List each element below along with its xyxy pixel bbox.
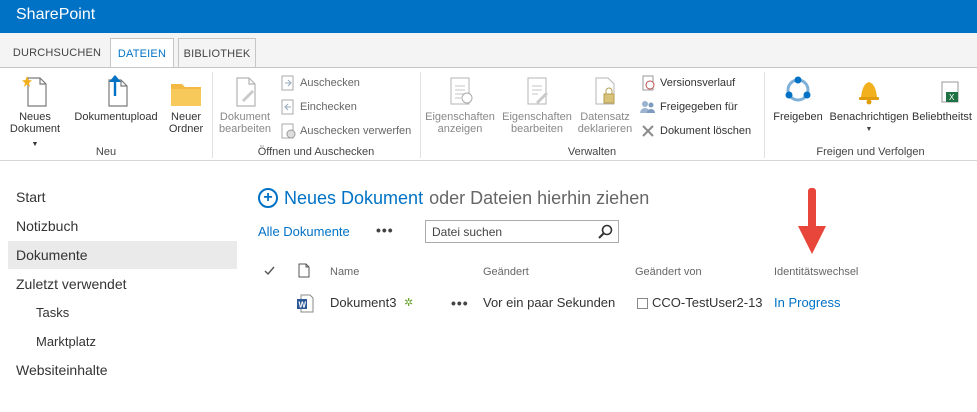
group-label-verwalten: Verwalten — [567, 146, 617, 158]
nav-item-tasks[interactable]: Tasks — [28, 298, 237, 326]
new-folder-button[interactable]: Neuer Ordner — [164, 74, 208, 135]
nav-item-dokumente[interactable]: Dokumente — [8, 241, 237, 269]
declare-record-button[interactable]: Datensatz deklarieren — [576, 74, 634, 135]
edit-document-button[interactable]: Dokument bearbeiten — [216, 74, 274, 135]
edit-properties-icon — [527, 77, 548, 105]
new-folder-label-2: Ordner — [168, 123, 204, 135]
checkout-button[interactable]: Auschecken — [280, 74, 360, 92]
nav-item-marktplatz[interactable]: Marktplatz — [28, 327, 237, 355]
alert-me-label: Benachrichtigen — [829, 111, 909, 123]
edit-properties-label-2: bearbeiten — [511, 123, 563, 135]
nav-item-websiteinhalte[interactable]: Websiteinhalte — [8, 356, 237, 384]
popularity-trends-label: Beliebtheitst — [912, 111, 972, 123]
discard-checkout-label: Auschecken verwerfen — [300, 125, 412, 137]
checkout-label: Auschecken — [300, 77, 360, 89]
suite-bar: SharePoint — [0, 0, 977, 33]
people-icon — [640, 101, 655, 113]
new-document-button[interactable]: Neues Dokument ▼ — [8, 74, 62, 151]
group-label-neu: Neu — [95, 146, 117, 158]
declare-record-icon — [595, 77, 615, 105]
ribbon-tabs: DURCHSUCHEN DATEIEN BIBLIOTHEK — [0, 33, 977, 69]
edit-properties-label-1: Eigenschaften — [502, 111, 572, 123]
share-label: Freigeben — [773, 111, 823, 123]
svg-text:W: W — [299, 301, 307, 310]
search-input[interactable] — [426, 221, 591, 242]
search-box — [425, 220, 619, 243]
column-header-identity[interactable]: Identitätswechsel — [774, 266, 858, 278]
nav-item-notizbuch[interactable]: Notizbuch — [8, 212, 237, 240]
declare-record-label-2: deklarieren — [577, 123, 633, 135]
edit-document-label-1: Dokument — [219, 111, 271, 123]
checkout-icon — [281, 75, 294, 91]
identity-status-link[interactable]: In Progress — [774, 295, 840, 310]
presence-indicator — [637, 298, 648, 309]
edit-properties-button[interactable]: Eigenschaften bearbeiten — [500, 74, 574, 135]
new-folder-label-1: Neuer — [171, 111, 201, 123]
red-arrow-annotation — [798, 188, 826, 254]
document-name[interactable]: Dokument3 — [330, 295, 396, 310]
new-document-link[interactable]: Neues Dokument — [284, 188, 423, 209]
share-icon — [785, 76, 811, 102]
new-document-icon — [22, 76, 47, 107]
add-circle-icon[interactable]: + — [258, 188, 278, 208]
version-history-label: Versionsverlauf — [660, 77, 736, 89]
folder-icon — [171, 84, 201, 106]
delete-icon — [642, 125, 654, 137]
upload-document-button[interactable]: Dokumentupload — [70, 74, 162, 123]
excel-icon: X — [941, 81, 959, 103]
popularity-trends-button[interactable]: X Beliebtheitst — [912, 74, 977, 123]
view-all-documents[interactable]: Alle Dokumente — [258, 224, 350, 239]
drag-files-hint: oder Dateien hierhin ziehen — [429, 187, 650, 208]
new-document-label-2: Dokument — [9, 123, 61, 135]
svg-text:X: X — [949, 93, 955, 102]
alert-me-button[interactable]: Benachrichtigen ▼ — [828, 74, 910, 136]
column-header-modified-by[interactable]: Geändert von — [635, 266, 702, 278]
ribbon: Neues Dokument ▼ Dokumentupload Neuer Or… — [0, 67, 977, 161]
tab-durchsuchen[interactable]: DURCHSUCHEN — [8, 38, 106, 68]
modified-by-value[interactable]: CCO-TestUser2-13 — [652, 295, 763, 310]
chevron-down-icon: ▼ — [865, 126, 873, 133]
bell-icon — [859, 82, 879, 105]
select-all-checkmark-icon[interactable] — [264, 266, 275, 276]
tab-dateien[interactable]: DATEIEN — [110, 38, 174, 69]
view-properties-button[interactable]: Eigenschaften anzeigen — [424, 74, 496, 135]
view-properties-icon — [450, 77, 473, 105]
view-properties-label-1: Eigenschaften — [425, 111, 495, 123]
group-label-oeffnen: Öffnen und Auschecken — [257, 146, 375, 158]
item-more-options[interactable]: ••• — [451, 295, 469, 311]
discard-checkout-button[interactable]: Auschecken verwerfen — [280, 122, 411, 140]
column-header-name[interactable]: Name — [330, 266, 359, 278]
version-history-button[interactable]: Versionsverlauf — [640, 74, 735, 92]
file-type-icon — [298, 263, 310, 278]
delete-document-button[interactable]: Dokument löschen — [640, 122, 751, 140]
nav-item-start[interactable]: Start — [8, 183, 237, 211]
declare-record-label-1: Datensatz — [580, 111, 630, 123]
view-properties-label-2: anzeigen — [437, 123, 483, 135]
new-document-label-1: Neues — [19, 111, 51, 123]
edit-document-label-2: bearbeiten — [219, 123, 271, 135]
upload-label: Dokumentupload — [74, 111, 158, 123]
column-header-modified[interactable]: Geändert — [483, 266, 529, 278]
group-label-freigeben: Freigen und Verfolgen — [816, 146, 925, 158]
new-document-bar: + Neues Dokument oder Dateien hierhin zi… — [258, 186, 649, 210]
checkin-label: Einchecken — [300, 101, 357, 113]
delete-document-label: Dokument löschen — [660, 125, 752, 137]
word-document-icon: W — [297, 294, 314, 313]
tab-bibliothek[interactable]: BIBLIOTHEK — [178, 38, 256, 68]
share-button[interactable]: Freigeben — [770, 74, 826, 123]
shared-with-button[interactable]: Freigegeben für — [640, 98, 738, 116]
shared-with-label: Freigegeben für — [660, 101, 738, 113]
upload-icon — [108, 75, 128, 107]
search-icon[interactable] — [598, 224, 613, 239]
nav-item-zuletzt-verwendet[interactable]: Zuletzt verwendet — [8, 270, 237, 298]
view-more-options[interactable]: ••• — [376, 222, 394, 238]
discard-checkout-icon — [281, 123, 296, 139]
new-item-icon: ✲ — [404, 297, 414, 309]
version-history-icon — [642, 75, 655, 91]
checkin-button[interactable]: Einchecken — [280, 98, 357, 116]
edit-document-icon — [236, 77, 256, 107]
checkin-icon — [281, 99, 294, 115]
app-title[interactable]: SharePoint — [16, 6, 95, 24]
modified-value: Vor ein paar Sekunden — [483, 295, 616, 310]
